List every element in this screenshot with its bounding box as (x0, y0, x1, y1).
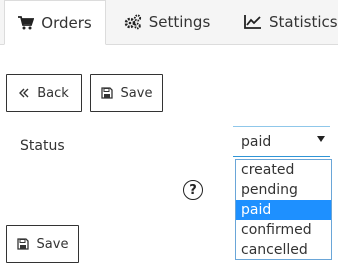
status-option-created[interactable]: created (236, 160, 331, 180)
tab-settings-label: Settings (148, 13, 211, 31)
tab-bar: Orders Settings Statistics (0, 0, 338, 45)
back-button-label: Back (37, 85, 69, 101)
status-label: Status (20, 138, 65, 154)
tab-orders[interactable]: Orders (4, 0, 106, 45)
floppy-disk-icon (16, 238, 29, 250)
tab-orders-label: Orders (41, 13, 92, 32)
tab-statistics-label: Statistics (269, 13, 338, 31)
status-select[interactable]: paid (233, 126, 330, 157)
double-chevron-left-icon (19, 88, 29, 98)
tab-settings[interactable]: Settings (112, 0, 222, 44)
status-select-value: paid (241, 134, 272, 150)
floppy-disk-icon (100, 87, 113, 99)
caret-down-icon (317, 136, 325, 142)
back-button[interactable]: Back (6, 74, 82, 112)
status-option-pending[interactable]: pending (236, 180, 331, 200)
save-button[interactable]: Save (90, 74, 163, 112)
line-chart-icon (244, 15, 262, 29)
help-icon[interactable]: ? (183, 180, 203, 200)
status-option-cancelled[interactable]: cancelled (236, 240, 331, 260)
status-dropdown-list: created pending paid confirmed cancelled (235, 159, 332, 260)
tab-statistics[interactable]: Statistics (230, 0, 338, 44)
save-button-bottom[interactable]: Save (6, 225, 79, 263)
status-option-paid[interactable]: paid (236, 200, 331, 220)
gears-icon (124, 14, 142, 30)
status-option-confirmed[interactable]: confirmed (236, 220, 331, 240)
cart-icon (18, 15, 35, 30)
save-button-label: Save (120, 85, 153, 101)
save-button-bottom-label: Save (36, 236, 69, 252)
